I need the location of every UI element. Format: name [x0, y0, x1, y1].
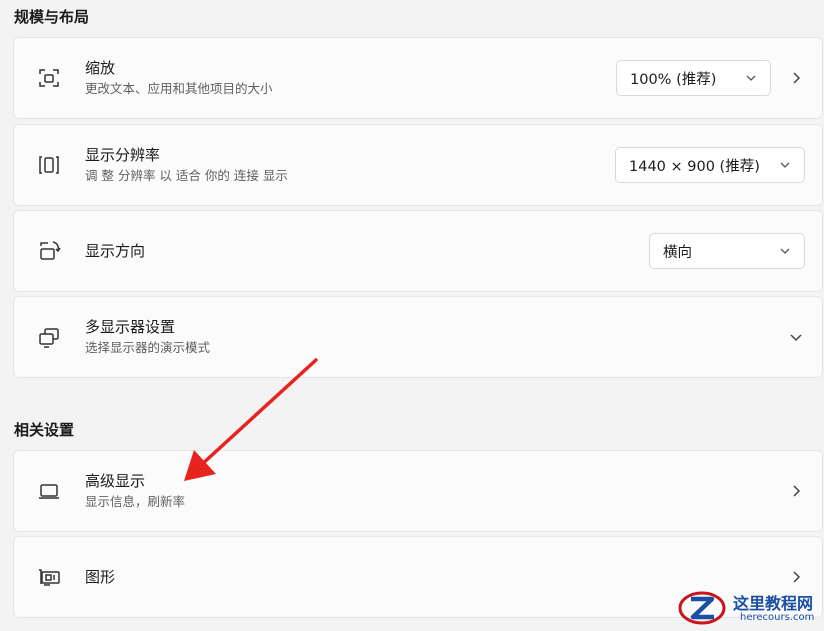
orientation-icon [36, 238, 62, 264]
advanced-display-texts: 高级显示 显示信息，刷新率 [85, 471, 185, 511]
resolution-subtitle: 调 整 分辨率 以 适合 你的 连接 显示 [85, 168, 288, 183]
multi-display-title: 多显示器设置 [85, 318, 176, 336]
chevron-right-icon[interactable] [789, 71, 803, 85]
resolution-texts: 显示分辨率 调 整 分辨率 以 适合 你的 连接 显示 [85, 145, 288, 185]
multi-display-texts: 多显示器设置 选择显示器的演示模式 [85, 317, 210, 357]
laptop-icon [36, 478, 62, 504]
resolution-dropdown[interactable]: 1440 × 900 (推荐) [615, 147, 805, 183]
advanced-display-card[interactable]: 高级显示 显示信息，刷新率 [13, 450, 823, 532]
scale-subtitle: 更改文本、应用和其他项目的大小 [85, 81, 273, 96]
graphics-texts: 图形 [85, 567, 115, 587]
chevron-right-icon[interactable] [789, 484, 803, 498]
section-title-scale-layout: 规模与布局 [14, 8, 90, 26]
scale-texts: 缩放 更改文本、应用和其他项目的大小 [85, 58, 273, 98]
resolution-card[interactable]: 显示分辨率 调 整 分辨率 以 适合 你的 连接 显示 1440 × 900 (… [13, 124, 823, 206]
watermark-cn: 这里教程网 [733, 594, 814, 613]
resolution-icon [36, 152, 62, 178]
orientation-texts: 显示方向 [85, 241, 145, 261]
resolution-dropdown-value: 1440 × 900 (推荐) [629, 158, 760, 175]
section-title-related: 相关设置 [14, 421, 75, 439]
scale-dropdown-value: 100% (推荐) [630, 71, 717, 88]
chevron-down-icon [745, 72, 757, 84]
chevron-down-icon [779, 159, 791, 171]
chevron-right-icon[interactable] [789, 570, 803, 584]
advanced-display-subtitle: 显示信息，刷新率 [85, 494, 186, 509]
watermark-en: herecours.com [740, 612, 815, 623]
scale-card[interactable]: 缩放 更改文本、应用和其他项目的大小 100% (推荐) [13, 37, 823, 119]
orientation-dropdown[interactable]: 横向 [649, 233, 805, 269]
chevron-down-icon [779, 245, 791, 257]
scale-dropdown[interactable]: 100% (推荐) [616, 60, 771, 96]
scale-title: 缩放 [85, 59, 116, 77]
watermark: 这里教程网 herecours.com [676, 585, 824, 631]
multi-display-card[interactable]: 多显示器设置 选择显示器的演示模式 [13, 296, 823, 378]
watermark-logo-icon [676, 587, 728, 629]
resolution-title: 显示分辨率 [85, 146, 161, 164]
scale-icon [36, 65, 62, 91]
multi-display-icon [36, 324, 62, 350]
graphics-title: 图形 [85, 568, 116, 586]
graphics-card-icon [36, 564, 62, 590]
orientation-dropdown-value: 横向 [663, 244, 692, 261]
multi-display-subtitle: 选择显示器的演示模式 [85, 340, 211, 355]
chevron-down-icon[interactable] [789, 330, 803, 344]
advanced-display-title: 高级显示 [85, 472, 146, 490]
orientation-card[interactable]: 显示方向 横向 [13, 210, 823, 292]
orientation-title: 显示方向 [85, 242, 146, 260]
